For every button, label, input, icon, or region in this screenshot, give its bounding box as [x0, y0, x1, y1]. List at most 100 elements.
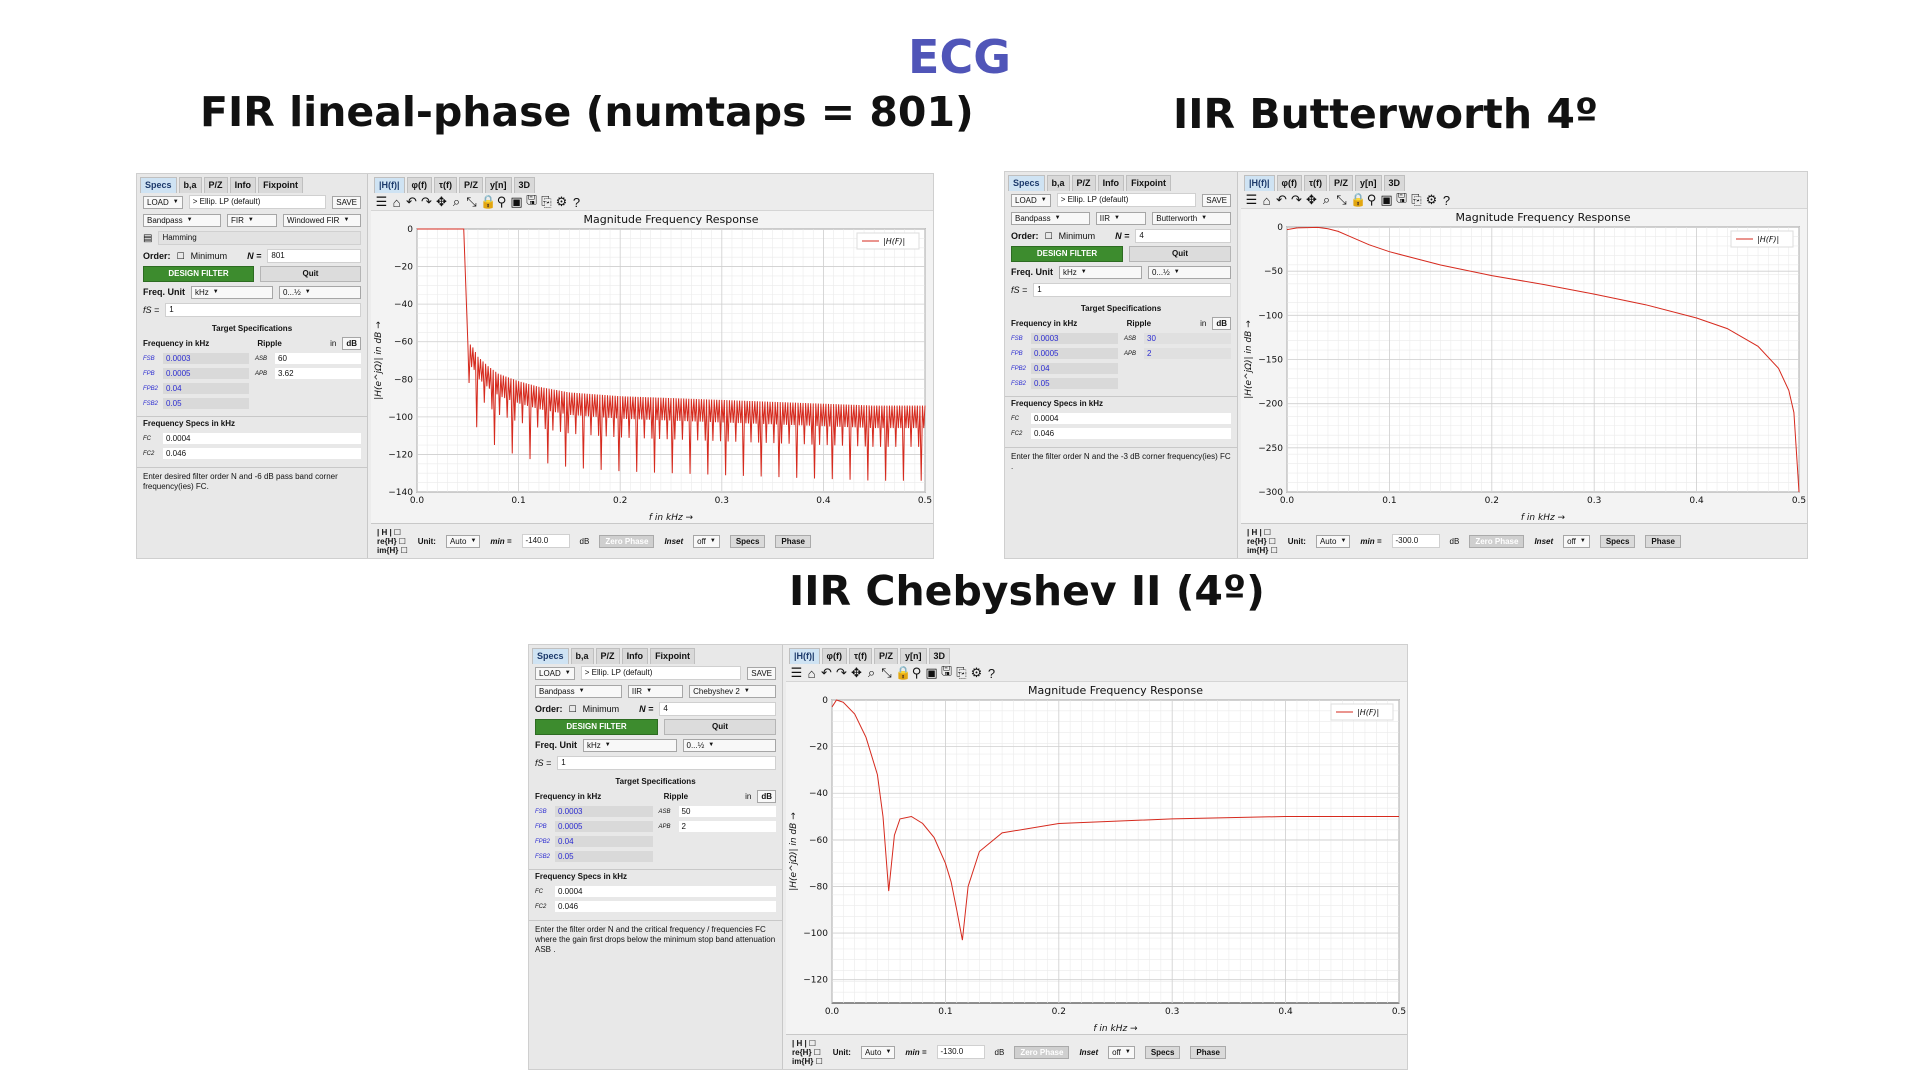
- plot-tab[interactable]: τ(f): [848, 648, 872, 664]
- settings-icon[interactable]: ⚙: [555, 194, 568, 210]
- ripple-unit-dropdown[interactable]: dB: [1212, 317, 1231, 330]
- plot-tab[interactable]: τ(f): [433, 177, 457, 193]
- order-n-input[interactable]: 4: [659, 702, 776, 716]
- tab-info[interactable]: Info: [1097, 175, 1125, 191]
- plot-tab[interactable]: P/Z: [458, 177, 483, 193]
- tab-fixpoint[interactable]: Fixpoint: [650, 648, 696, 664]
- order-n-input[interactable]: 801: [267, 249, 361, 263]
- freq-unit-dropdown[interactable]: kHz ▼: [583, 738, 677, 752]
- lock-icon[interactable]: 🔒: [895, 665, 911, 681]
- plot-tab[interactable]: τ(f): [1303, 175, 1327, 191]
- display-checkbox[interactable]: im{H} ☐: [792, 1057, 823, 1066]
- inset-dropdown[interactable]: off ▼: [1563, 534, 1590, 548]
- tab-ba[interactable]: b,a: [1046, 175, 1070, 191]
- freq-spec-input[interactable]: 0.04: [163, 383, 249, 394]
- min-input[interactable]: -300.0: [1391, 534, 1440, 548]
- freq-spec-input[interactable]: 0.0005: [1031, 348, 1118, 359]
- undo-icon[interactable]: ↶: [1275, 192, 1288, 208]
- menu-icon[interactable]: ☰: [1245, 192, 1258, 208]
- ripple-unit-dropdown[interactable]: dB: [342, 337, 361, 350]
- magnitude-chart[interactable]: Magnitude Frequency Response0.0 0.1 0.2 0.3…: [371, 211, 933, 524]
- plot-tab[interactable]: |H(f)|: [374, 177, 405, 193]
- display-checkbox[interactable]: re{H} ☐: [1247, 537, 1278, 546]
- zoom-icon[interactable]: ⌕: [865, 665, 878, 681]
- fs-input[interactable]: 1: [557, 756, 776, 770]
- ripple-spec-input[interactable]: 3.62: [275, 368, 361, 379]
- plot-tab[interactable]: y[n]: [900, 648, 927, 664]
- specs-button[interactable]: Specs: [729, 534, 766, 548]
- display-checkbox[interactable]: im{H} ☐: [377, 546, 408, 555]
- freq-unit-dropdown[interactable]: kHz ▼: [1059, 265, 1142, 279]
- phase-button[interactable]: Phase: [775, 534, 811, 548]
- help-icon[interactable]: ?: [1440, 193, 1453, 208]
- home-icon[interactable]: ⌂: [390, 195, 403, 210]
- help-icon[interactable]: ?: [570, 195, 583, 210]
- plot-tab[interactable]: y[n]: [485, 177, 512, 193]
- tab-fixpoint[interactable]: Fixpoint: [1126, 175, 1172, 191]
- lock-icon[interactable]: 🔒: [1350, 192, 1366, 208]
- freq-spec-input[interactable]: 0.0003: [163, 353, 249, 364]
- lock-icon[interactable]: 🔒: [480, 194, 496, 210]
- freq-spec-input[interactable]: 0.05: [1031, 378, 1118, 389]
- fs-input[interactable]: 1: [1033, 283, 1231, 297]
- grid-icon[interactable]: ▣: [925, 665, 938, 681]
- freq-range-dropdown[interactable]: 0...½ ▼: [279, 285, 361, 299]
- plot-tab[interactable]: P/Z: [1328, 175, 1353, 191]
- load-dropdown[interactable]: LOAD ▼: [535, 666, 575, 680]
- min-input[interactable]: -130.0: [936, 1045, 985, 1059]
- filter-name-field[interactable]: > Ellip. LP (default): [580, 666, 742, 680]
- magnitude-chart[interactable]: Magnitude Frequency Response0.0 0.1 0.2 0.3…: [1241, 209, 1807, 524]
- zoom-icon[interactable]: ⌕: [1320, 192, 1333, 208]
- expand-icon[interactable]: ⤡: [1335, 192, 1348, 208]
- display-checkbox[interactable]: re{H} ☐: [792, 1048, 823, 1057]
- tab-info[interactable]: Info: [229, 177, 257, 193]
- design-method-dropdown[interactable]: Chebyshev 2 ▼: [689, 684, 776, 698]
- ripple-spec-input[interactable]: 30: [1144, 333, 1231, 344]
- tab-info[interactable]: Info: [621, 648, 649, 664]
- zero-phase-button[interactable]: Zero Phase: [1469, 534, 1525, 548]
- response-type-dropdown[interactable]: Bandpass ▼: [535, 684, 622, 698]
- design-filter-button[interactable]: DESIGN FILTER: [535, 719, 658, 735]
- plot-tab[interactable]: φ(f): [821, 648, 847, 664]
- zoom-icon[interactable]: ⌕: [450, 194, 463, 210]
- freq-range-dropdown[interactable]: 0...½ ▼: [1148, 265, 1231, 279]
- tab-specs[interactable]: Specs: [140, 177, 177, 193]
- corner-freq-input[interactable]: 0.0004: [1031, 413, 1231, 424]
- tab-fixpoint[interactable]: Fixpoint: [258, 177, 304, 193]
- display-checkbox[interactable]: re{H} ☐: [377, 537, 408, 546]
- ripple-unit-dropdown[interactable]: dB: [757, 790, 776, 803]
- inset-dropdown[interactable]: off ▼: [693, 534, 720, 548]
- freq-spec-input[interactable]: 0.04: [555, 836, 653, 847]
- redo-icon[interactable]: ↷: [1290, 192, 1303, 208]
- design-method-dropdown[interactable]: Butterworth ▼: [1152, 211, 1231, 225]
- home-icon[interactable]: ⌂: [1260, 193, 1273, 208]
- plot-tab[interactable]: |H(f)|: [1244, 175, 1275, 191]
- undo-icon[interactable]: ↶: [820, 665, 833, 681]
- display-checkbox[interactable]: | H | ☐: [792, 1039, 823, 1048]
- design-filter-button[interactable]: DESIGN FILTER: [1011, 246, 1123, 262]
- ripple-spec-input[interactable]: 2: [678, 821, 776, 832]
- menu-icon[interactable]: ☰: [790, 665, 803, 681]
- inset-dropdown[interactable]: off ▼: [1108, 1045, 1135, 1059]
- copy-icon[interactable]: ⎘: [1410, 192, 1423, 208]
- save-button[interactable]: SAVE: [747, 666, 776, 680]
- tab-pz[interactable]: P/Z: [203, 177, 228, 193]
- tab-pz[interactable]: P/Z: [595, 648, 620, 664]
- undo-icon[interactable]: ↶: [405, 194, 418, 210]
- quit-button[interactable]: Quit: [1129, 246, 1231, 262]
- save-button[interactable]: SAVE: [332, 195, 361, 209]
- pan-icon[interactable]: ✥: [850, 665, 863, 681]
- filter-class-dropdown[interactable]: IIR ▼: [627, 684, 684, 698]
- freq-spec-input[interactable]: 0.0005: [163, 368, 249, 379]
- copy-icon[interactable]: ⎘: [540, 194, 553, 210]
- corner-freq-input[interactable]: 0.0004: [163, 433, 361, 444]
- phase-button[interactable]: Phase: [1190, 1045, 1226, 1059]
- minimum-checkbox[interactable]: ☐: [177, 251, 185, 262]
- min-input[interactable]: -140.0: [521, 534, 570, 548]
- unit-dropdown[interactable]: Auto ▼: [445, 534, 481, 548]
- redo-icon[interactable]: ↷: [835, 665, 848, 681]
- redo-icon[interactable]: ↷: [420, 194, 433, 210]
- zero-phase-button[interactable]: Zero Phase: [599, 534, 655, 548]
- settings-icon[interactable]: ⚙: [970, 665, 983, 681]
- expand-icon[interactable]: ⤡: [880, 665, 893, 681]
